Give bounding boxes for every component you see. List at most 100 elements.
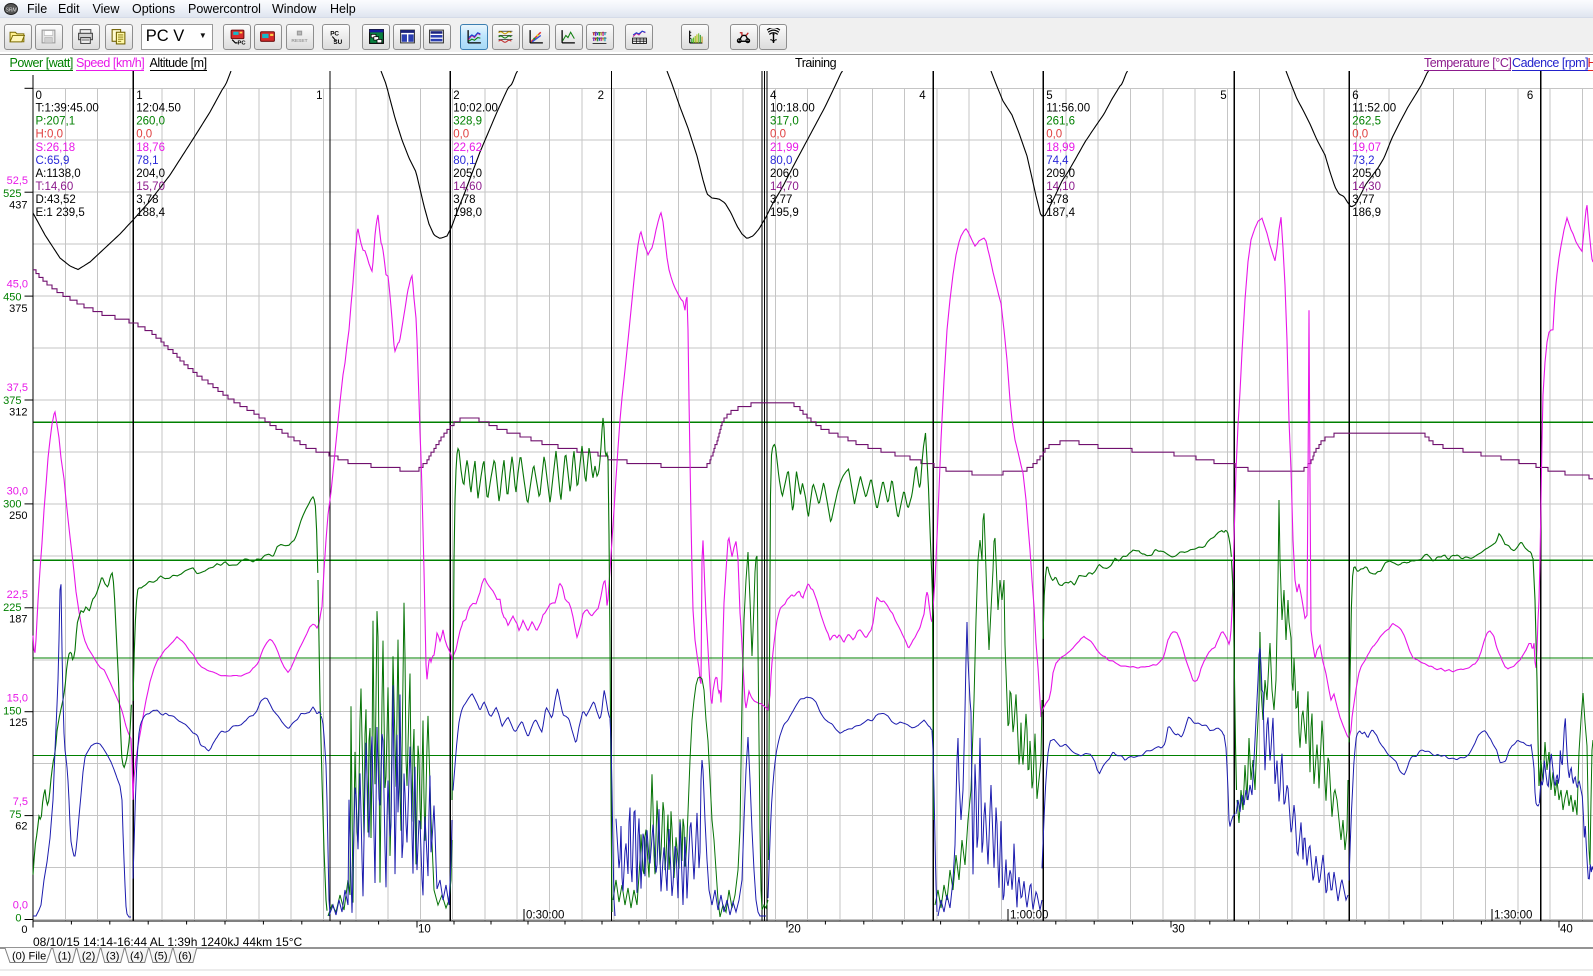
- svg-text:(4): (4): [130, 951, 143, 963]
- svg-text:225: 225: [3, 602, 21, 614]
- svg-text:10:18.00: 10:18.00: [770, 103, 815, 115]
- svg-text:78,1: 78,1: [136, 155, 158, 167]
- svg-text:0:30:00: 0:30:00: [526, 910, 564, 922]
- svg-text:3,77: 3,77: [1352, 194, 1374, 206]
- svg-text:S:26,18: S:26,18: [36, 142, 76, 154]
- svg-text:74,4: 74,4: [1046, 155, 1069, 167]
- svg-text:4: 4: [919, 90, 926, 102]
- svg-text:RESET: RESET: [292, 38, 308, 44]
- svg-text:62: 62: [15, 821, 27, 833]
- svg-text:1:30:00: 1:30:00: [1494, 910, 1532, 922]
- svg-text:14,70: 14,70: [770, 181, 799, 193]
- svg-text:187: 187: [9, 614, 27, 626]
- svg-text:80,0: 80,0: [770, 155, 792, 167]
- svg-text:5: 5: [1046, 90, 1052, 102]
- svg-text:198,0: 198,0: [453, 207, 482, 219]
- svg-text:250: 250: [9, 510, 27, 522]
- svg-text:525: 525: [3, 188, 21, 200]
- svg-text:T:14,60: T:14,60: [36, 181, 74, 193]
- svg-text:437: 437: [9, 200, 27, 212]
- svg-text:0,0: 0,0: [1046, 129, 1062, 141]
- svg-text:0,0: 0,0: [1352, 129, 1368, 141]
- svg-text:312: 312: [9, 407, 27, 419]
- svg-text:262,5: 262,5: [1352, 116, 1381, 128]
- svg-text:3,78: 3,78: [136, 194, 158, 206]
- svg-text:0,0: 0,0: [13, 900, 28, 912]
- svg-text:187,4: 187,4: [1046, 207, 1075, 219]
- svg-text:H:0,0: H:0,0: [36, 129, 64, 141]
- svg-text:PC: PC: [330, 31, 339, 38]
- svg-text:328,9: 328,9: [453, 116, 482, 128]
- svg-text:205,0: 205,0: [453, 168, 482, 180]
- svg-text:1: 1: [316, 90, 322, 102]
- svg-text:10:02.00: 10:02.00: [453, 103, 498, 115]
- svg-text:7,5: 7,5: [13, 796, 28, 808]
- svg-text:204,0: 204,0: [136, 168, 165, 180]
- svg-text:3,77: 3,77: [770, 194, 792, 206]
- svg-text:37,5: 37,5: [7, 382, 28, 394]
- svg-text:206,0: 206,0: [770, 168, 799, 180]
- svg-text:22,62: 22,62: [453, 142, 482, 154]
- svg-text:6: 6: [1527, 90, 1533, 102]
- svg-text:125: 125: [9, 717, 27, 729]
- svg-text:T:1:39:45.00: T:1:39:45.00: [36, 103, 99, 115]
- svg-text:21,99: 21,99: [770, 142, 799, 154]
- svg-text:195,9: 195,9: [770, 207, 799, 219]
- svg-text:2: 2: [598, 90, 604, 102]
- svg-text:14,60: 14,60: [453, 181, 482, 193]
- svg-text:12:04.50: 12:04.50: [136, 103, 181, 115]
- svg-text:1:00:00: 1:00:00: [1010, 910, 1048, 922]
- svg-text:6: 6: [1352, 90, 1358, 102]
- svg-text:30,0: 30,0: [7, 486, 28, 498]
- svg-text:209,0: 209,0: [1046, 168, 1075, 180]
- svg-text:1: 1: [136, 90, 142, 102]
- svg-text:SU: SU: [333, 39, 342, 45]
- svg-text:73,2: 73,2: [1352, 155, 1374, 167]
- svg-text:5: 5: [1220, 90, 1226, 102]
- svg-text:(2): (2): [82, 951, 95, 963]
- svg-text:2: 2: [453, 90, 459, 102]
- svg-text:3,78: 3,78: [453, 194, 475, 206]
- svg-text:0,0: 0,0: [136, 129, 152, 141]
- svg-text:(3): (3): [106, 951, 119, 963]
- svg-text:3,78: 3,78: [1046, 194, 1068, 206]
- svg-text:186,9: 186,9: [1352, 207, 1381, 219]
- svg-text:0,0: 0,0: [770, 129, 786, 141]
- svg-text:SRM: SRM: [5, 8, 17, 14]
- svg-text:205,0: 205,0: [1352, 168, 1381, 180]
- svg-text:(6): (6): [178, 951, 191, 963]
- svg-text:C:65,9: C:65,9: [36, 155, 70, 167]
- svg-text:300: 300: [3, 498, 21, 510]
- svg-text:0: 0: [15, 912, 21, 924]
- svg-text:E:1 239,5: E:1 239,5: [36, 207, 85, 219]
- svg-text:(5): (5): [154, 951, 167, 963]
- svg-text:75: 75: [9, 809, 21, 821]
- svg-text:18,76: 18,76: [136, 142, 165, 154]
- svg-text:14,10: 14,10: [1046, 181, 1075, 193]
- svg-text:14,30: 14,30: [1352, 181, 1381, 193]
- svg-text:PC: PC: [237, 41, 246, 46]
- svg-text:52,5: 52,5: [7, 175, 28, 187]
- svg-text:4: 4: [770, 90, 777, 102]
- svg-text:317,0: 317,0: [770, 116, 799, 128]
- svg-text:0,0: 0,0: [453, 129, 469, 141]
- svg-text:45,0: 45,0: [7, 279, 28, 291]
- svg-text:375: 375: [9, 303, 27, 315]
- svg-text:(1): (1): [58, 951, 71, 963]
- svg-text:(0) File: (0) File: [12, 951, 46, 963]
- svg-text:11:56.00: 11:56.00: [1046, 103, 1090, 115]
- svg-text:260,0: 260,0: [136, 116, 165, 128]
- svg-text:22,5: 22,5: [7, 589, 28, 601]
- svg-text:450: 450: [3, 291, 21, 303]
- svg-text:15,70: 15,70: [136, 181, 165, 193]
- svg-text:18,99: 18,99: [1046, 142, 1075, 154]
- svg-text:19,07: 19,07: [1352, 142, 1381, 154]
- svg-text:A:1138,0: A:1138,0: [36, 168, 81, 180]
- svg-text:188,4: 188,4: [136, 207, 165, 219]
- svg-text:80,1: 80,1: [453, 155, 475, 167]
- svg-text:11:52.00: 11:52.00: [1352, 103, 1396, 115]
- svg-text:P:207,1: P:207,1: [36, 116, 76, 128]
- svg-text:15,0: 15,0: [7, 693, 28, 705]
- svg-text:0: 0: [36, 90, 42, 102]
- svg-text:375: 375: [3, 395, 21, 407]
